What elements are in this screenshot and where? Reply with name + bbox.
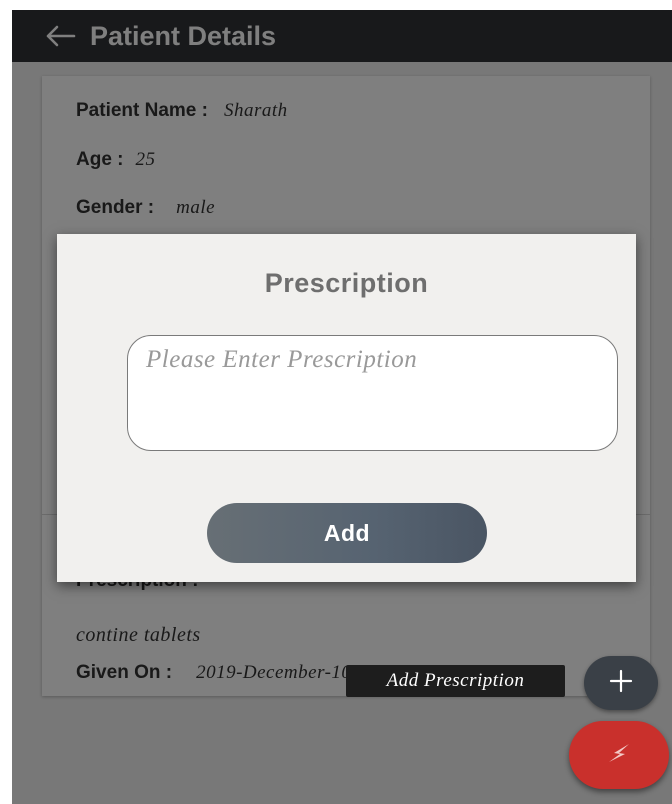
- prescription-dialog: Prescription Add: [57, 234, 636, 582]
- dialog-title: Prescription: [264, 268, 429, 298]
- add-prescription-tooltip: Add Prescription: [346, 665, 565, 697]
- add-button[interactable]: Add: [207, 503, 487, 563]
- app-screen: Patient Details Patient Name : Sharath A…: [12, 10, 672, 804]
- add-prescription-fab[interactable]: [584, 656, 658, 710]
- lightning-icon: [605, 742, 633, 769]
- main-fab[interactable]: [569, 721, 669, 789]
- plus-icon: [608, 668, 634, 699]
- prescription-input[interactable]: [127, 335, 618, 451]
